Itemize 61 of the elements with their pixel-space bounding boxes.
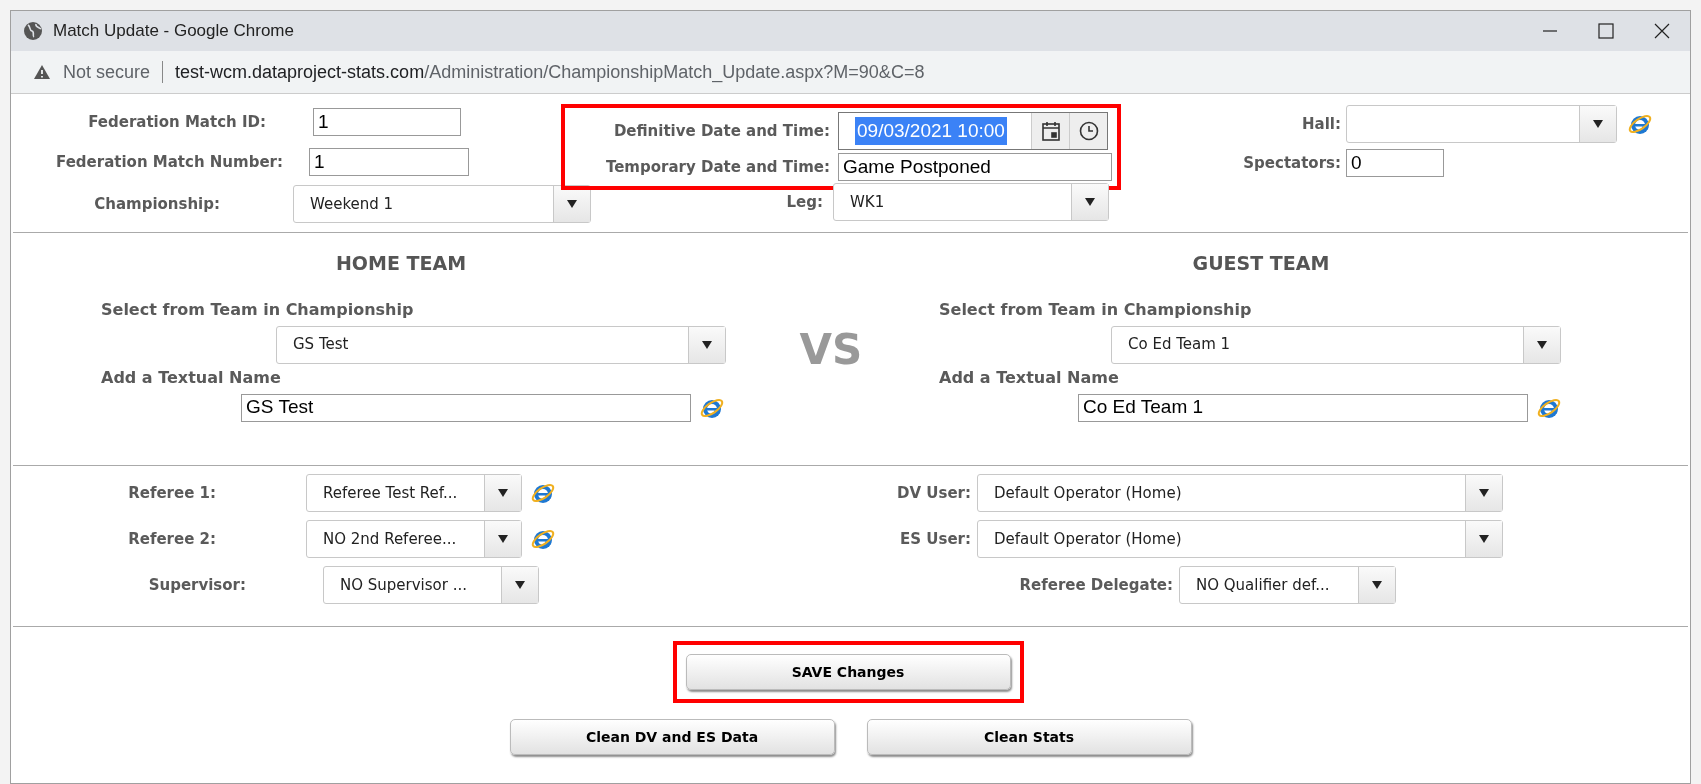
field-label: Referee 1: [127,482,216,504]
dropdown[interactable]: Default Operator (Home) [977,520,1503,558]
input-field[interactable]: 1 [309,148,469,176]
date-time-field[interactable]: 09/03/2021 10:00 [838,112,1108,150]
caret-icon [1371,580,1383,590]
dropdown[interactable]: Referee Test Ref... [306,474,522,512]
input-field[interactable]: Co Ed Team 1 [1078,393,1528,422]
caret-icon [1592,119,1604,129]
field-label: DV User: [896,482,971,504]
save-button[interactable]: SAVE Changes [685,654,1011,690]
field-label: Add a Textual Name [100,366,282,389]
caret-icon [497,488,509,498]
caret-icon [514,580,526,590]
close-icon[interactable] [1654,23,1670,39]
caret-icon [1478,488,1490,498]
caret-icon [1536,339,1548,350]
window-title: Match Update - Google Chrome [53,20,294,43]
field-label: Championship: [93,193,220,215]
security-label[interactable]: Not secure [63,58,151,86]
input-field[interactable]: GS Test [241,393,691,422]
caret-icon [1084,197,1096,207]
field-label: Spectators: [1242,152,1341,174]
field-label: Select from Team in Championship [100,298,415,321]
field-label: Federation Match ID: [87,111,266,133]
caret-icon [497,534,509,544]
field-label: Federation Match Number: [55,151,283,173]
field-label: ES User: [899,528,971,550]
field-label: Referee Delegate: [1018,574,1173,596]
team-heading: HOME TEAM [334,251,468,276]
field-label: Referee 2: [127,528,216,550]
caret-icon [566,199,578,209]
clock-icon[interactable] [1078,121,1099,141]
dropdown[interactable]: WK1 [833,183,1109,221]
field-label: Leg: [785,191,823,213]
url-text[interactable]: test-wcm.dataproject-stats.com/Administration/ChampionshipMatch_Update.aspx?M=90&C=8 [175,58,925,86]
calendar-icon[interactable] [1041,121,1060,141]
dropdown[interactable]: Weekend 1 [293,185,591,223]
field-label: Hall: [1301,113,1341,135]
input-field[interactable]: Game Postponed [838,153,1112,181]
dropdown[interactable]: Co Ed Team 1 [1111,325,1561,364]
field-label: Add a Textual Name [938,366,1120,389]
globe-icon [23,21,43,41]
dropdown[interactable]: NO Supervisor ... [323,566,539,604]
dropdown[interactable]: NO Qualifier def... [1179,566,1396,604]
dropdown[interactable]: Default Operator (Home) [977,474,1503,512]
field-label: Temporary Date and Time: [604,156,830,178]
action-button[interactable]: Clean Stats [866,719,1192,755]
field-label: Supervisor: [147,574,246,596]
maximize-icon[interactable] [1598,23,1614,39]
action-button[interactable]: Clean DV and ES Data [509,719,835,755]
versus-text: VS [799,323,863,376]
input-field[interactable]: 0 [1346,149,1444,177]
caret-icon [1478,534,1490,544]
caret-icon [701,339,713,350]
field-label: Definitive Date and Time: [612,120,830,142]
dropdown[interactable]: GS Test [276,325,726,364]
field-label: Select from Team in Championship [938,298,1253,321]
input-field[interactable]: 1 [313,108,461,136]
warning-icon[interactable] [33,64,51,80]
team-heading: GUEST TEAM [1191,251,1331,276]
dropdown[interactable]: NO 2nd Referee... [306,520,522,558]
